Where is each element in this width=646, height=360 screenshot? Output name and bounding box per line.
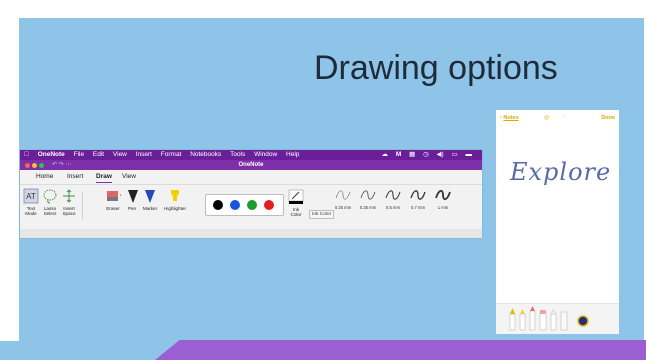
thickness-1-label: 1 mm: [437, 205, 449, 210]
lasso-icon: [42, 188, 58, 204]
cloud-icon[interactable]: ☁: [382, 150, 389, 160]
insert-space-icon: [61, 188, 77, 204]
notes-app-screenshot: ‹ Notes ◎ ○ Done Explore: [496, 110, 619, 334]
insert-space-button[interactable]: Insert Space: [60, 188, 78, 217]
pen-button[interactable]: Pen: [125, 188, 139, 211]
handwriting-explore: Explore: [509, 158, 611, 186]
apple-menu-icon[interactable]: : [24, 150, 29, 160]
menu-edit[interactable]: Edit: [93, 150, 104, 160]
thickness-05-label: 0.5 mm: [386, 205, 400, 210]
menu-help[interactable]: Help: [286, 150, 299, 160]
clock-icon[interactable]: ◷: [423, 150, 429, 160]
menu-tools[interactable]: Tools: [230, 150, 245, 160]
svg-text:Explore: Explore: [509, 158, 611, 186]
ink-color-icon: [288, 189, 304, 205]
thickness-025-label: 0.25 mm: [334, 205, 352, 210]
screen-icon[interactable]: ▭: [452, 150, 458, 160]
page-scroll-area: [20, 229, 482, 238]
pencil-icon[interactable]: [529, 306, 536, 331]
thickness-05-icon: [385, 190, 401, 200]
pen-label: Pen: [127, 206, 137, 211]
menubar-status-icons: ☁ M ▦ ◷ ◀) ▭ ▬: [382, 150, 478, 160]
volume-icon[interactable]: ◀): [437, 150, 444, 160]
text-mode-label: Text Mode: [25, 206, 37, 217]
insert-space-label: Insert Space: [62, 206, 76, 217]
thickness-07-button[interactable]: 0.7 mm: [407, 188, 429, 210]
menu-insert[interactable]: Insert: [136, 150, 152, 160]
marker-icon[interactable]: [519, 309, 526, 331]
marker-button[interactable]: Marker: [140, 188, 160, 211]
ink-color-label: Ink Color: [290, 207, 302, 218]
text-mode-button[interactable]: AT Text Mode: [23, 188, 39, 217]
menu-view[interactable]: View: [113, 150, 127, 160]
tab-home[interactable]: Home: [36, 171, 53, 183]
notes-back-button[interactable]: ‹ Notes: [500, 115, 519, 121]
ruler-icon[interactable]: [560, 311, 568, 331]
tab-view[interactable]: View: [122, 171, 136, 183]
marker-icon: [142, 188, 158, 204]
thickness-05-button[interactable]: 0.5 mm: [382, 188, 404, 210]
thickness-07-icon: [410, 190, 426, 200]
drawing-tool-palette: [496, 303, 619, 334]
marker-label: Marker: [142, 206, 158, 211]
lasso-select-label: Lasso Select: [43, 206, 57, 217]
thickness-035-icon: [360, 190, 376, 200]
thickness-025-button[interactable]: 0.25 mm: [332, 188, 354, 210]
grid-icon[interactable]: ▦: [409, 150, 415, 160]
thickness-07-label: 0.7 mm: [411, 205, 425, 210]
share-icon[interactable]: ○: [562, 114, 566, 120]
done-button[interactable]: Done: [601, 115, 615, 121]
lasso-icon[interactable]: [550, 308, 557, 331]
menu-window[interactable]: Window: [254, 150, 277, 160]
highlighter-button[interactable]: Highlighter: [160, 188, 190, 211]
gmail-icon[interactable]: M: [396, 150, 401, 160]
onenote-screenshot:  OneNote File Edit View Insert Format N…: [20, 150, 482, 238]
eraser-button[interactable]: ▾ Eraser: [103, 188, 123, 211]
highlighter-icon: [167, 188, 183, 204]
pen-icon[interactable]: [509, 308, 516, 331]
red-pen-swatch[interactable]: [264, 200, 274, 210]
highlighter-label: Highlighter: [164, 206, 186, 211]
menu-notebooks[interactable]: Notebooks: [190, 150, 221, 160]
tab-draw[interactable]: Draw: [96, 171, 112, 183]
menu-format[interactable]: Format: [161, 150, 182, 160]
window-titlebar: ↶ ↷ ⋯ OneNote: [20, 160, 482, 170]
thickness-035-button[interactable]: 0.35 mm: [357, 188, 379, 210]
ink-color-button[interactable]: Ink Color: [286, 189, 306, 218]
eraser-icon[interactable]: [539, 310, 547, 331]
green-pen-swatch[interactable]: [247, 200, 257, 210]
eraser-icon: ▾: [105, 188, 123, 204]
tab-insert[interactable]: Insert: [67, 171, 83, 183]
accent-bar: [155, 340, 646, 360]
slide-title: Drawing options: [314, 49, 558, 87]
mac-menubar:  OneNote File Edit View Insert Format N…: [20, 150, 482, 160]
pen-color-swatches: [205, 194, 284, 216]
thickness-035-label: 0.35 mm: [359, 205, 377, 210]
pen-icon: [125, 188, 141, 204]
ink-color-tooltip: Ink Color: [309, 210, 335, 219]
blue-pen-swatch[interactable]: [230, 200, 240, 210]
menu-app-name[interactable]: OneNote: [38, 150, 65, 160]
black-pen-swatch[interactable]: [213, 200, 223, 210]
color-picker-icon[interactable]: [577, 315, 589, 327]
draw-ribbon: AT Text Mode Lasso Select Insert Space ▾: [20, 184, 482, 229]
ribbon-divider: [82, 191, 83, 219]
thickness-1-button[interactable]: 1 mm: [432, 188, 454, 210]
thickness-025-icon: [335, 190, 351, 200]
menu-file[interactable]: File: [74, 150, 84, 160]
window-title: OneNote: [238, 162, 264, 168]
eraser-label: Eraser: [106, 206, 120, 211]
notes-back-label: Notes: [503, 115, 519, 121]
svg-text:AT: AT: [26, 192, 36, 201]
markup-icon[interactable]: ◎: [544, 114, 549, 121]
battery-icon[interactable]: ▬: [466, 150, 473, 160]
lasso-select-button[interactable]: Lasso Select: [41, 188, 59, 217]
svg-text:▾: ▾: [120, 193, 121, 199]
slide: Drawing options  OneNote File Edit View…: [0, 0, 646, 360]
text-mode-icon: AT: [23, 188, 39, 204]
chevron-left-icon: ‹: [500, 115, 502, 121]
thickness-1-icon: [435, 189, 451, 201]
